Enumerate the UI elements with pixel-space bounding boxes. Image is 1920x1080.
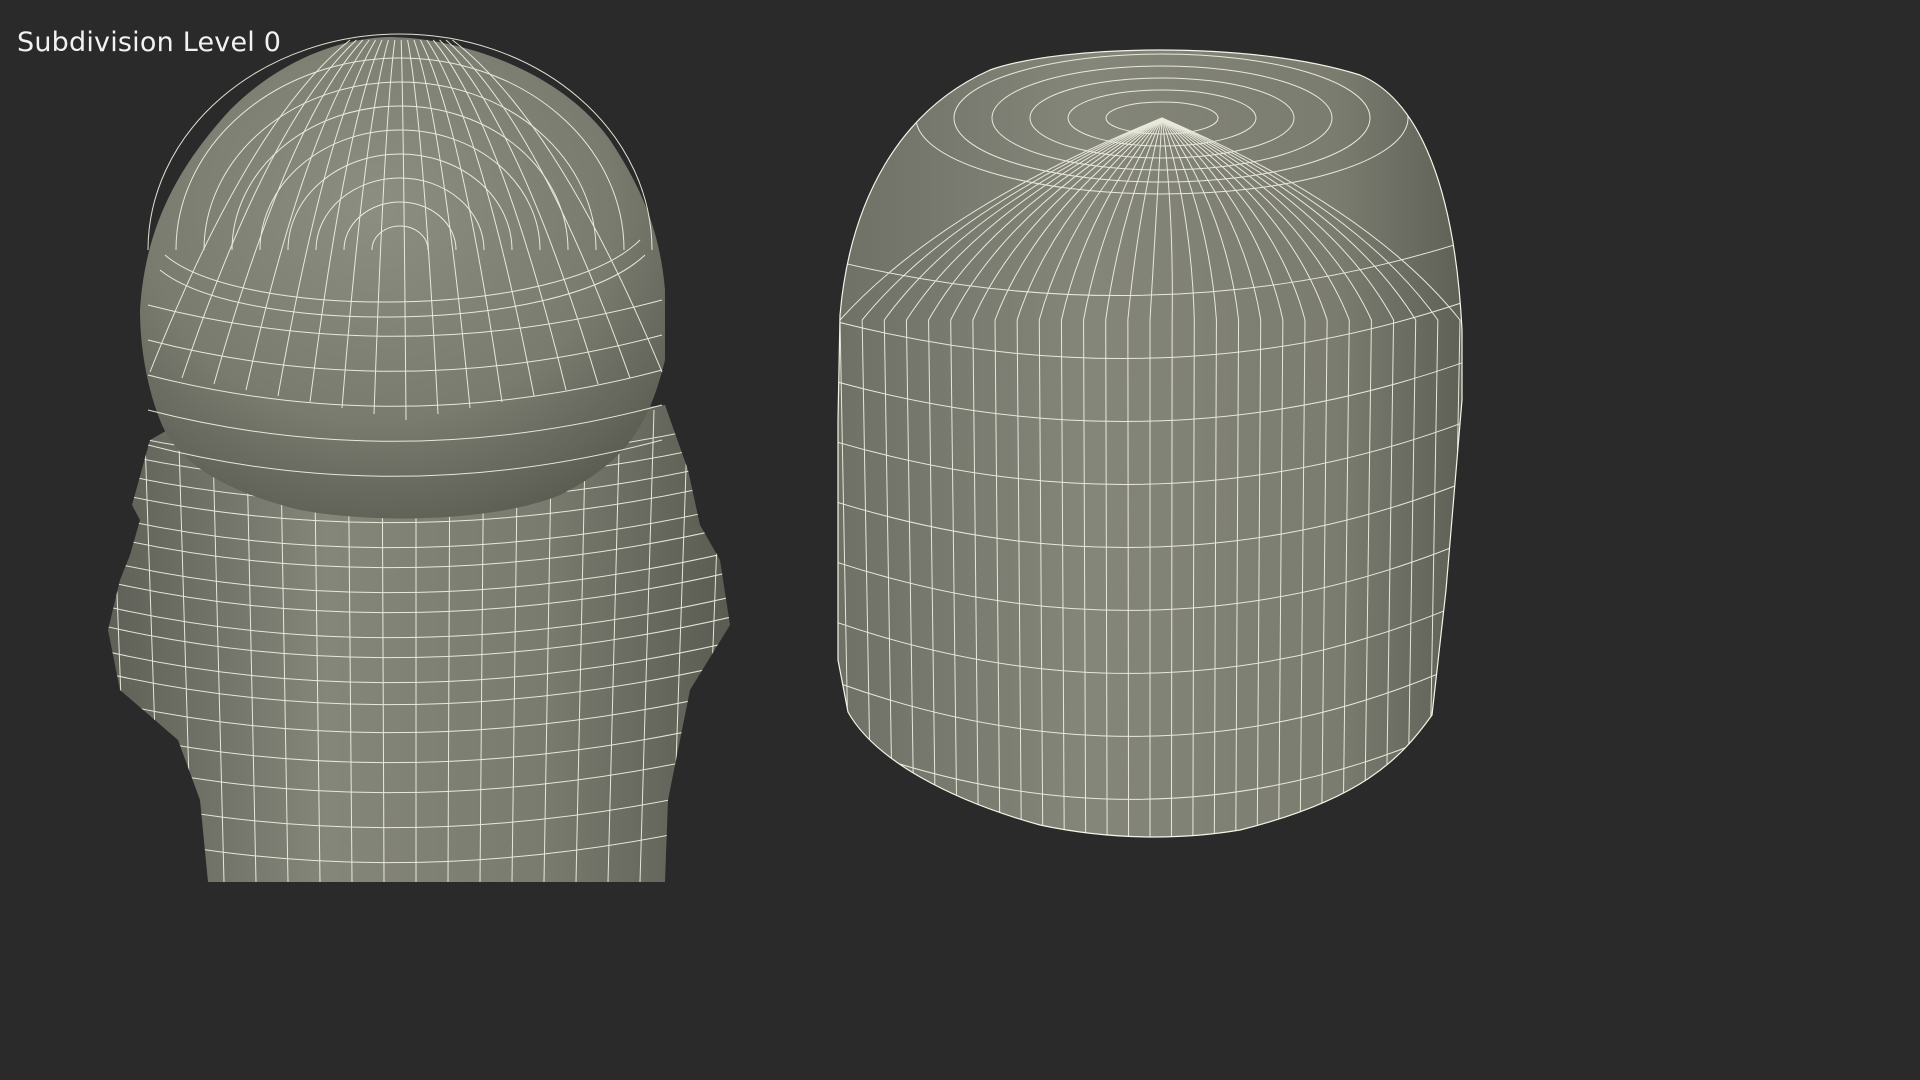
bottle-cap: [837, 49, 1463, 838]
subdivision-level-label: Subdivision Level 0: [17, 27, 282, 58]
roll-on-bottle: [108, 33, 730, 882]
3d-viewport: [108, 33, 1463, 882]
